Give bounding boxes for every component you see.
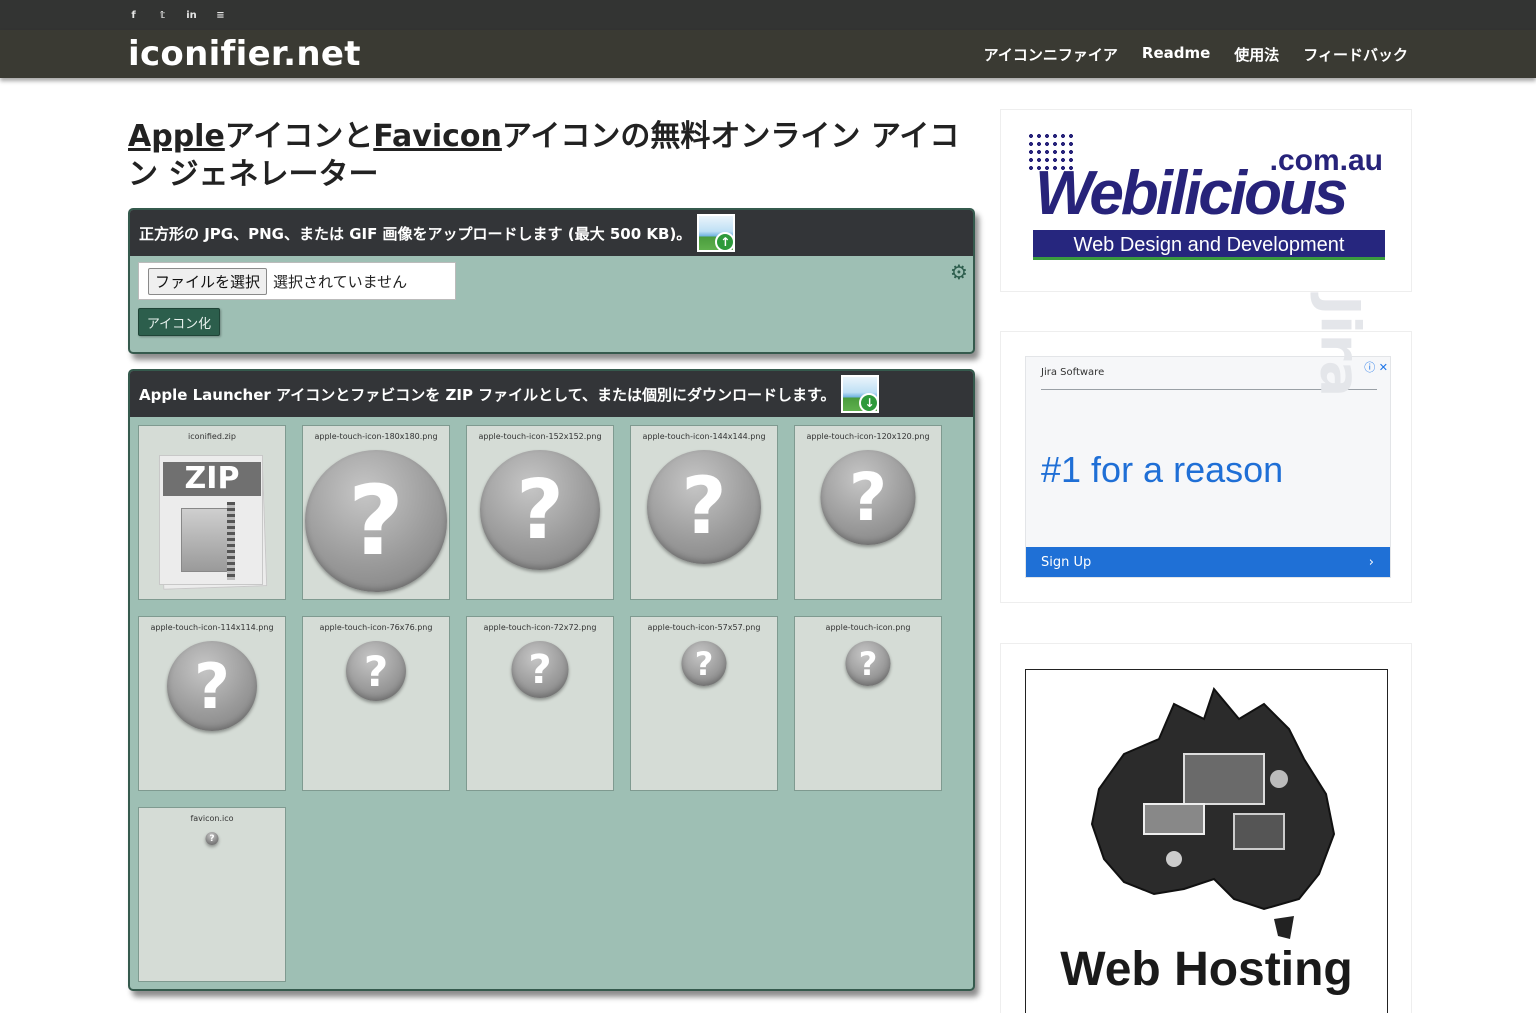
hosting-headline: Web Hosting: [1060, 943, 1353, 996]
jira-ad[interactable]: Jira Software ⓘ ✕ Jira #1 for a reason S…: [1025, 295, 1391, 578]
social-links: f 𝕥 in ≡: [124, 6, 230, 24]
webilicious-logo: .com.au Webilicious Web Design and Devel…: [1027, 132, 1389, 286]
upload-panel-header: 正方形の JPG、PNG、または GIF 画像をアップロードします (最大 50…: [130, 210, 973, 256]
question-mark-icon: ?: [167, 641, 257, 731]
social-bar: f 𝕥 in ≡: [0, 0, 1536, 30]
zip-archive-icon: ZIP: [157, 452, 268, 592]
jira-cta-label: Sign Up: [1041, 554, 1092, 570]
logo-wordmark: Webilicious: [1035, 159, 1348, 228]
site-header: iconifier.net アイコンニファイア Readme 使用法 フィードバ…: [0, 30, 1536, 78]
upload-heading: 正方形の JPG、PNG、または GIF 画像をアップロードします (最大 50…: [139, 224, 692, 243]
download-image-icon: ↓: [841, 375, 880, 413]
file-label: apple-touch-icon-120x120.png: [806, 432, 930, 441]
file-label: iconified.zip: [188, 432, 236, 441]
australia-map-icon: [1090, 686, 1336, 939]
file-label: favicon.ico: [190, 814, 234, 823]
jira-watermark: Jira: [1309, 295, 1372, 397]
jira-headline: #1 for a reason: [1041, 449, 1284, 490]
sidebar-ad-hosting: Web Hosting: [1000, 643, 1412, 1013]
file-label: apple-touch-icon-76x76.png: [319, 623, 433, 632]
sidebar-ad-jira: Jira Software ⓘ ✕ Jira #1 for a reason S…: [1000, 295, 1412, 603]
question-mark-icon: ?: [820, 450, 916, 545]
iconify-button[interactable]: アイコン化: [138, 308, 220, 336]
download-tile-76[interactable]: apple-touch-icon-76x76.png ?: [302, 616, 450, 791]
sidebar-ad-webilicious[interactable]: .com.au Webilicious Web Design and Devel…: [1000, 109, 1412, 292]
download-heading: Apple Launcher アイコンとファビコンを ZIP ファイルとして、ま…: [139, 385, 836, 404]
question-mark-icon: ?: [205, 832, 219, 845]
jira-signup-button[interactable]: Sign Up ›: [1026, 547, 1390, 577]
site-brand[interactable]: iconifier.net: [128, 34, 361, 74]
file-input[interactable]: ファイルを選択 選択されていません: [138, 262, 456, 300]
file-label: apple-touch-icon-72x72.png: [483, 623, 597, 632]
facebook-icon[interactable]: f: [124, 6, 143, 24]
question-mark-icon: ?: [346, 641, 406, 701]
question-mark-icon: ?: [845, 641, 891, 686]
cabinet-icon: [181, 508, 233, 572]
icon-grid: iconified.zip ZIP apple-touch-icon-180x1…: [130, 417, 973, 989]
main-nav: アイコンニファイア Readme 使用法 フィードバック: [984, 44, 1408, 65]
upload-image-icon: ↑: [697, 214, 736, 252]
download-tile-57[interactable]: apple-touch-icon-57x57.png ?: [630, 616, 778, 791]
title-text-1: アイコンと: [224, 119, 374, 154]
download-tile-180[interactable]: apple-touch-icon-180x180.png ?: [302, 425, 450, 600]
question-mark-icon: ?: [681, 641, 727, 686]
download-tile-114[interactable]: apple-touch-icon-114x114.png ?: [138, 616, 286, 791]
linkedin-icon[interactable]: in: [182, 6, 201, 24]
file-status: 選択されていません: [273, 272, 408, 291]
file-label: apple-touch-icon-180x180.png: [314, 432, 438, 441]
zip-band: ZIP: [163, 462, 261, 496]
download-tile-favicon[interactable]: favicon.ico ?: [138, 807, 286, 982]
download-tile-144[interactable]: apple-touch-icon-144x144.png ?: [630, 425, 778, 600]
apple-link[interactable]: Apple: [128, 119, 225, 154]
hosting-ad[interactable]: Web Hosting: [1025, 669, 1388, 1013]
upload-body: ファイルを選択 選択されていません ⚙ アイコン化: [130, 256, 973, 352]
download-tile-default[interactable]: apple-touch-icon.png ?: [794, 616, 942, 791]
download-tile-152[interactable]: apple-touch-icon-152x152.png ?: [466, 425, 614, 600]
page-title: AppleアイコンとFaviconアイコンの無料オンライン アイコン ジェネレー…: [128, 118, 968, 194]
arrow-up-icon: ↑: [715, 232, 736, 252]
favicon-link[interactable]: Favicon: [373, 119, 502, 154]
blog-icon[interactable]: ≡: [211, 6, 230, 24]
question-mark-icon: ?: [511, 641, 569, 698]
nav-feedback[interactable]: フィードバック: [1303, 44, 1408, 65]
file-label: apple-touch-icon.png: [825, 623, 911, 632]
logo-tagline: Web Design and Development Services: [1033, 230, 1385, 286]
nav-iconifier[interactable]: アイコンニファイア: [984, 44, 1118, 65]
question-mark-icon: ?: [647, 450, 761, 564]
download-tile-zip[interactable]: iconified.zip ZIP: [138, 425, 286, 600]
chevron-right-icon: ›: [1368, 554, 1374, 570]
question-mark-icon: ?: [305, 450, 447, 592]
choose-file-button[interactable]: ファイルを選択: [148, 267, 268, 295]
upload-panel: 正方形の JPG、PNG、または GIF 画像をアップロードします (最大 50…: [128, 208, 975, 354]
question-mark-icon: ?: [480, 450, 600, 570]
download-panel: Apple Launcher アイコンとファビコンを ZIP ファイルとして、ま…: [128, 369, 975, 991]
nav-readme[interactable]: Readme: [1142, 44, 1210, 65]
download-tile-72[interactable]: apple-touch-icon-72x72.png ?: [466, 616, 614, 791]
file-label: apple-touch-icon-152x152.png: [478, 432, 602, 441]
file-label: apple-touch-icon-114x114.png: [150, 623, 274, 632]
twitter-icon[interactable]: 𝕥: [153, 6, 172, 24]
jira-brand: Jira Software: [1041, 367, 1105, 378]
zipper-icon: [227, 502, 235, 580]
file-label: apple-touch-icon-144x144.png: [642, 432, 766, 441]
nav-usage[interactable]: 使用法: [1234, 44, 1279, 65]
arrow-down-icon: ↓: [859, 393, 880, 413]
file-label: apple-touch-icon-57x57.png: [647, 623, 761, 632]
gear-icon[interactable]: ⚙: [949, 262, 969, 282]
download-panel-header: Apple Launcher アイコンとファビコンを ZIP ファイルとして、ま…: [130, 371, 973, 417]
download-tile-120[interactable]: apple-touch-icon-120x120.png ?: [794, 425, 942, 600]
